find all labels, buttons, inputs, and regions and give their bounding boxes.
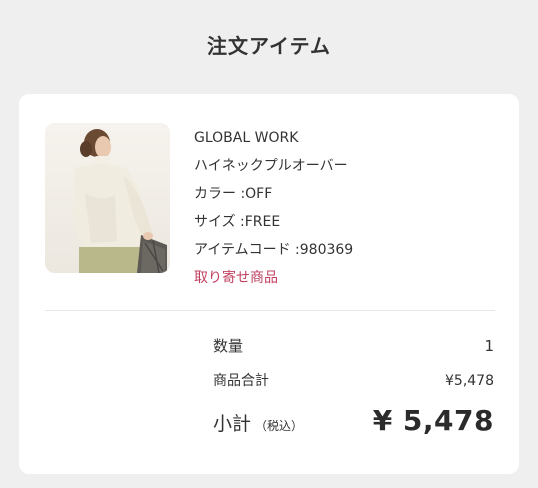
item-code: アイテムコード :980369 xyxy=(194,242,354,258)
total-amount: ¥ 5,478 xyxy=(372,404,494,437)
subtotal-row: 商品合計 ¥5,478 xyxy=(213,370,494,390)
quantity-value: 1 xyxy=(484,337,494,355)
order-item-card: GLOBAL WORK ハイネックプルオーバー カラー :OFF サイズ :FR… xyxy=(19,94,519,474)
item-size: サイズ :FREE xyxy=(194,214,281,230)
item-name[interactable]: ハイネックプルオーバー xyxy=(194,152,494,180)
total-label-group: 小計 （税込） xyxy=(213,409,303,436)
quantity-label: 数量 xyxy=(213,337,244,355)
total-row: 小計 （税込） ¥ 5,478 xyxy=(213,404,494,437)
item-color: カラー :OFF xyxy=(194,186,273,202)
subtotal-label: 商品合計 xyxy=(213,373,269,389)
divider xyxy=(45,310,495,311)
product-photo-icon xyxy=(45,123,170,273)
total-label: 小計 xyxy=(213,413,252,435)
item-backorder-notice: 取り寄せ商品 xyxy=(194,270,278,286)
subtotal-value: ¥5,478 xyxy=(445,373,494,389)
page-title: 注文アイテム xyxy=(207,34,331,58)
item-brand: GLOBAL WORK xyxy=(194,130,299,146)
tax-note: （税込） xyxy=(255,419,304,433)
item-details: GLOBAL WORK ハイネックプルオーバー カラー :OFF サイズ :FR… xyxy=(194,124,494,292)
quantity-row: 数量 1 xyxy=(213,335,494,356)
product-image[interactable] xyxy=(45,123,170,273)
